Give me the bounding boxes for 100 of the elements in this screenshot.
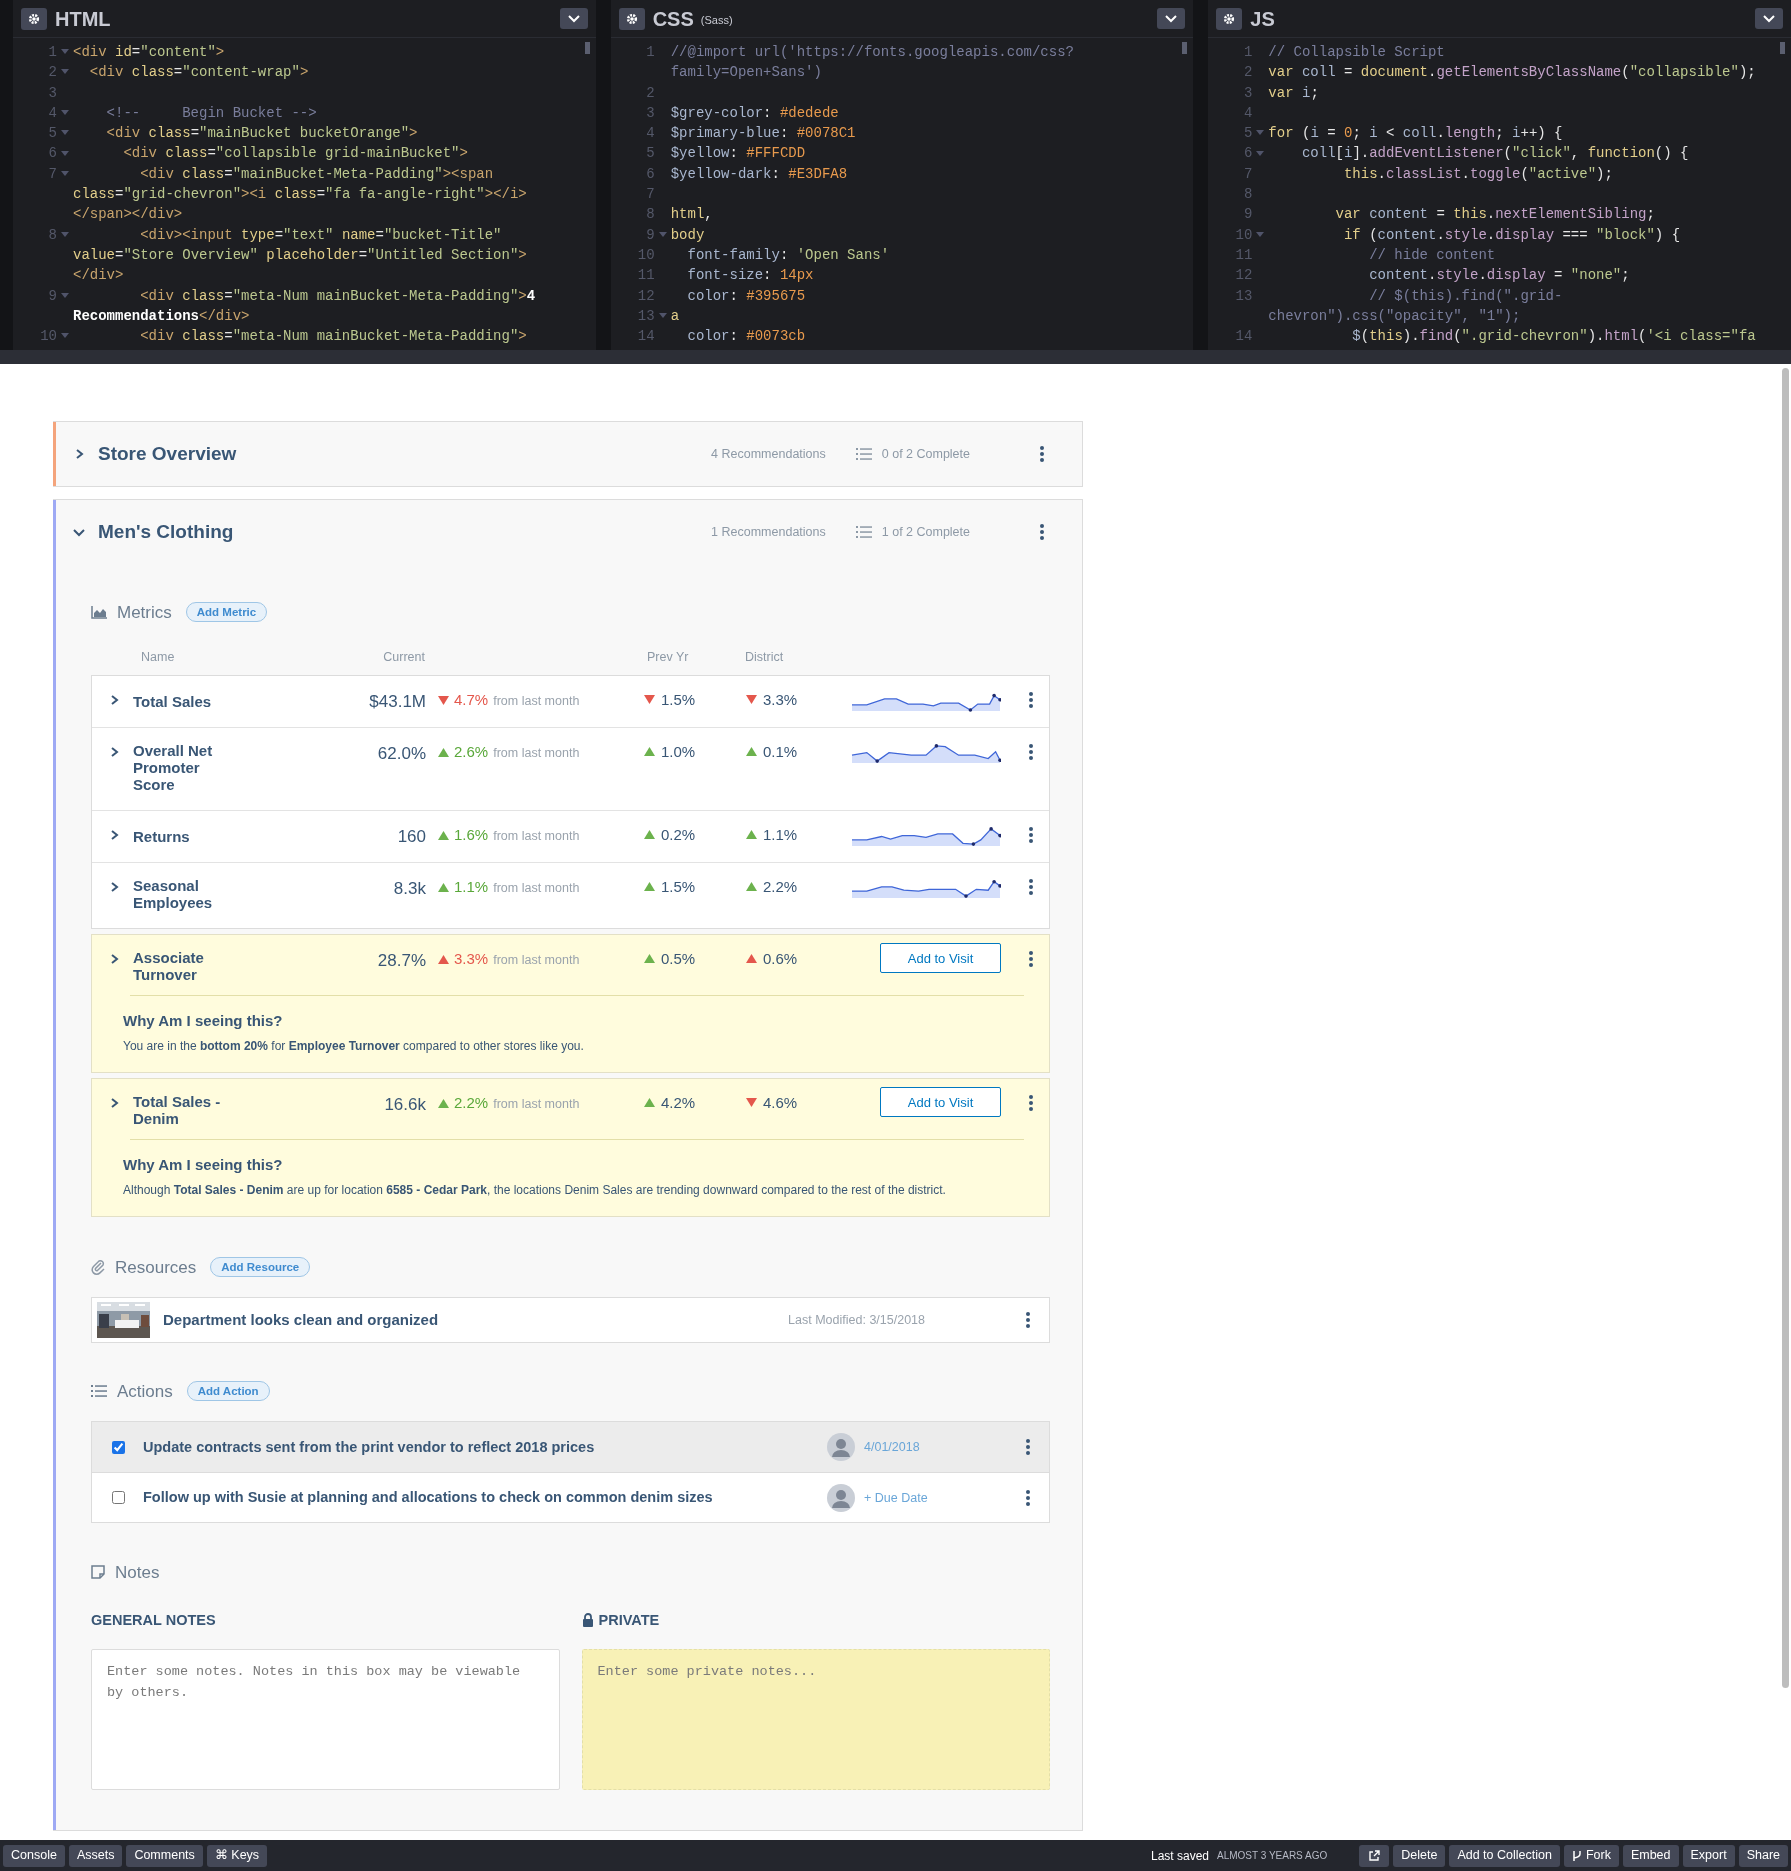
toolbar-button[interactable]: Console: [3, 1844, 65, 1867]
change-note: from last month: [493, 828, 580, 846]
more-icon[interactable]: [1029, 950, 1033, 967]
checkbox[interactable]: [112, 1491, 125, 1505]
code-line: color: #0073cb: [686, 327, 806, 347]
settings-icon: [28, 12, 40, 25]
metric-value: 62.0%: [377, 744, 426, 764]
line-number: 7: [1242, 164, 1253, 184]
more-icon[interactable]: [1026, 1312, 1030, 1329]
add-to-visit-button[interactable]: Add to Visit: [880, 1087, 1001, 1118]
code-line: <div class="collapsible grid-mainBucket">: [122, 144, 468, 164]
code-line: </div>: [73, 266, 124, 286]
toolbar-button[interactable]: Delete: [1393, 1844, 1446, 1867]
checkbox[interactable]: [112, 1440, 125, 1454]
line-number: 1: [645, 43, 655, 62]
code-line: chevron").css("opacity", "1");: [1268, 306, 1521, 326]
code-line: Recommendations</div>: [73, 306, 250, 326]
line-number: 4: [645, 124, 655, 144]
line-number: 1: [47, 43, 57, 62]
toolbar-button[interactable]: Embed: [1622, 1844, 1679, 1867]
open-button[interactable]: [1359, 1844, 1390, 1867]
toolbar-button[interactable]: Comments: [126, 1844, 203, 1867]
toolbar-button[interactable]: Add to Collection: [1449, 1844, 1560, 1867]
notes-field[interactable]: Enter some notes. Notes in this box may be viewable by others.: [91, 1649, 560, 1791]
toolbar-button[interactable]: Share: [1738, 1844, 1788, 1867]
line-number: 8: [645, 205, 655, 225]
more-icon[interactable]: [1029, 743, 1033, 760]
line-number: 3: [47, 83, 57, 103]
metric-name: Seasonal Employees: [133, 877, 214, 912]
more-icon[interactable]: [1026, 1489, 1030, 1506]
code-line: font-size: 14px: [686, 266, 814, 286]
district-value: 3.3%: [763, 690, 798, 710]
settings-button[interactable]: [1216, 7, 1243, 30]
line-number: 7: [645, 185, 655, 205]
line-number: 9: [645, 225, 655, 245]
avatar: [827, 1483, 855, 1512]
more-icon[interactable]: [1029, 691, 1033, 708]
code-line: <div class="mainBucket bucketOrange">: [105, 124, 418, 144]
district-value: 4.6%: [763, 1093, 798, 1113]
line-number: 6: [47, 144, 57, 164]
code-line: value="Store Overview" placeholder="Untitled Section">: [73, 245, 527, 265]
settings-button[interactable]: [618, 7, 645, 30]
more-icon[interactable]: [1026, 1439, 1030, 1456]
line-number: 14: [636, 327, 655, 347]
chevron-icon[interactable]: [73, 526, 85, 539]
prev-year-value: 1.0%: [661, 742, 696, 762]
change-note: from last month: [493, 952, 580, 970]
line-number: 5: [47, 124, 57, 144]
line-number: 8: [1242, 185, 1253, 205]
toolbar-button[interactable]: Assets: [68, 1844, 123, 1867]
scrollbar-thumb[interactable]: [1182, 42, 1188, 54]
more-icon[interactable]: [1029, 878, 1033, 895]
recommendation-count: 4 Recommendations: [711, 446, 826, 464]
collapse-button[interactable]: [1755, 8, 1783, 29]
toolbar-button[interactable]: ⌘ Keys: [206, 1844, 268, 1867]
fork-icon: [1571, 1849, 1582, 1862]
settings-button[interactable]: [21, 7, 47, 30]
line-number: 5: [1242, 124, 1253, 144]
line-number: 13: [1234, 286, 1253, 306]
lock-icon: [581, 1613, 594, 1628]
completion-status: 1 of 2 Complete: [881, 524, 970, 542]
section-title: Men's Clothing: [98, 520, 234, 545]
section-heading: Metrics: [117, 601, 172, 624]
line-number: 2: [47, 63, 57, 83]
chevron-down-icon: [1165, 14, 1178, 23]
change-note: from last month: [493, 745, 580, 763]
chart-icon: [91, 605, 107, 619]
private-label: PRIVATE: [598, 1610, 660, 1630]
resource-item[interactable]: Department looks clean and organized Last Modified: 3/15/2018: [91, 1297, 1050, 1344]
code-line: <div class="meta-Num mainBucket-Meta-Padding">: [139, 327, 527, 347]
last-saved-label: Last saved: [1150, 1847, 1209, 1865]
code-line: for (i = 0; i < coll.length; i++) {: [1268, 124, 1563, 144]
toolbar-button[interactable]: Export: [1682, 1844, 1735, 1867]
more-icon[interactable]: [1029, 1094, 1033, 1111]
column-header: Name: [141, 650, 175, 665]
resize-bar[interactable]: [0, 350, 1791, 365]
line-number: 10: [1234, 225, 1253, 245]
private-notes-field[interactable]: Enter some private notes...: [581, 1649, 1050, 1791]
line-number: 3: [645, 103, 655, 123]
more-icon[interactable]: [1040, 524, 1044, 541]
fork-button[interactable]: Fork: [1563, 1844, 1619, 1867]
code-line: a: [670, 306, 680, 326]
more-icon[interactable]: [1029, 826, 1033, 843]
more-icon[interactable]: [1040, 446, 1044, 463]
line-number: 10: [39, 327, 57, 347]
scrollbar[interactable]: [1782, 368, 1789, 1689]
why-heading: Why Am I seeing this?: [123, 1155, 284, 1176]
code-line: var coll = document.getElementsByClassName("collapsible");: [1268, 63, 1756, 83]
code-line: html,: [670, 205, 713, 225]
scrollbar-thumb[interactable]: [584, 42, 590, 54]
add-to-visit-button[interactable]: Add to Visit: [880, 943, 1001, 974]
list-icon: [91, 1385, 107, 1398]
code-line: // Collapsible Script: [1268, 43, 1445, 62]
scrollbar-thumb[interactable]: [1780, 42, 1785, 54]
why-heading: Why Am I seeing this?: [123, 1011, 284, 1032]
chevron-down-icon: [1763, 14, 1775, 23]
collapse-button[interactable]: [1157, 8, 1186, 29]
line-number: 10: [636, 245, 655, 265]
collapse-button[interactable]: [559, 8, 588, 29]
metric-name: Associate Turnover: [133, 949, 205, 984]
